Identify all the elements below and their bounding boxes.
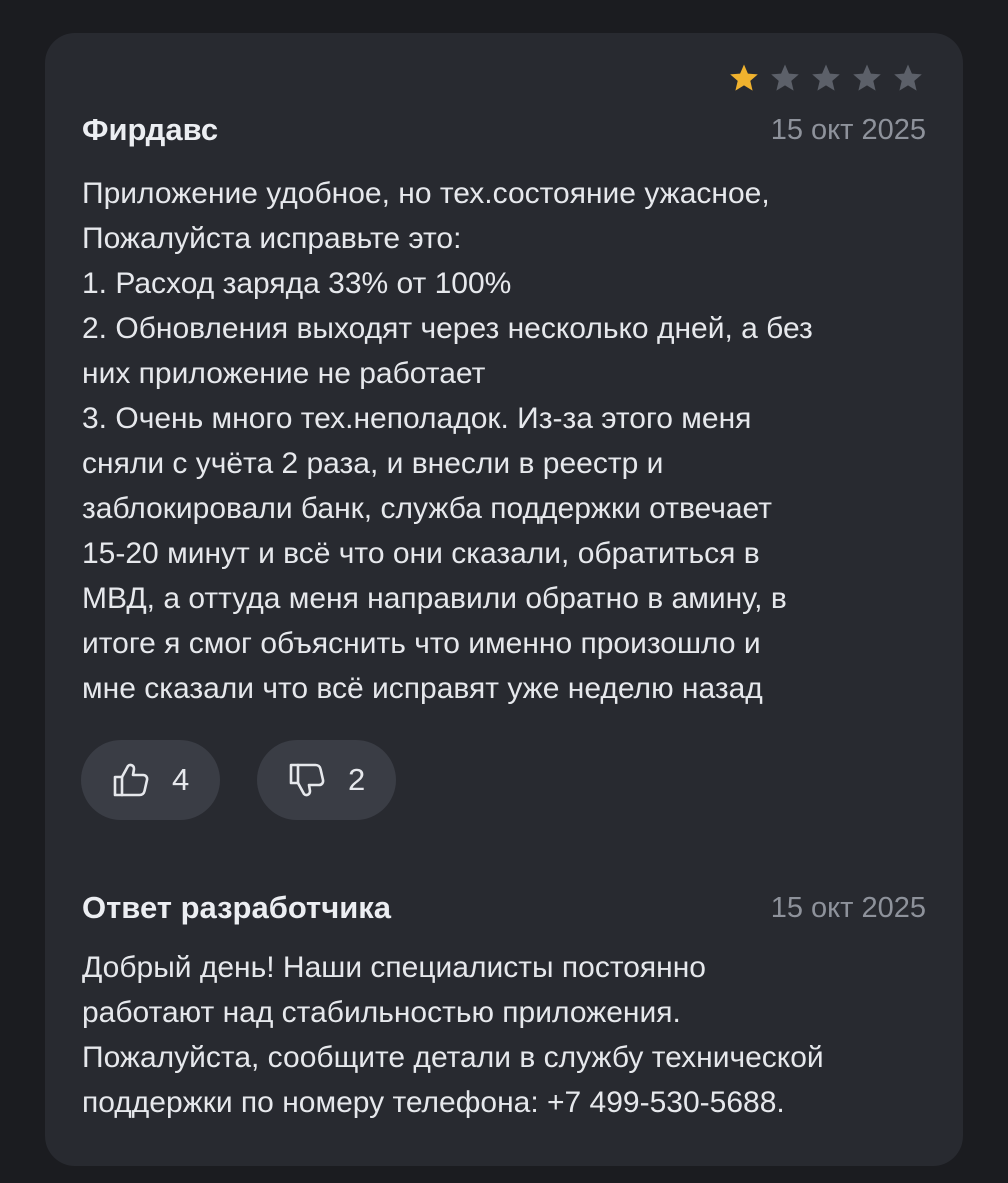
reply-text-line: работают над стабильностью приложения. bbox=[82, 996, 681, 1029]
developer-reply-date: 15 окт 2025 bbox=[770, 892, 926, 924]
dislike-button[interactable]: 2 bbox=[257, 740, 396, 820]
review-author: Фирдавс bbox=[82, 112, 219, 147]
rating-stars bbox=[728, 62, 924, 94]
star-empty-icon bbox=[851, 62, 883, 94]
review-text-line: итоге я смог объяснить что именно произо… bbox=[82, 627, 761, 660]
review-text: Приложение удобное, но тех.состояние ужа… bbox=[82, 171, 942, 711]
review-text-line: заблокировали банк, служба поддержки отв… bbox=[82, 492, 772, 525]
review-text-line: 15-20 минут и всё что они сказали, обрат… bbox=[82, 537, 760, 570]
review-text-line: сняли с учёта 2 раза, и внесли в реестр … bbox=[82, 447, 664, 480]
star-empty-icon bbox=[769, 62, 801, 94]
reply-text-line: Добрый день! Наши специалисты постоянно bbox=[82, 951, 706, 984]
review-text-line: мне сказали что всё исправят уже неделю … bbox=[82, 672, 763, 705]
like-button[interactable]: 4 bbox=[81, 740, 220, 820]
developer-reply-title: Ответ разработчика bbox=[82, 890, 392, 925]
review-date: 15 окт 2025 bbox=[770, 114, 926, 146]
review-text-line: 1. Расход заряда 33% от 100% bbox=[82, 267, 512, 300]
review-text-line: 2. Обновления выходят через несколько дн… bbox=[82, 312, 813, 345]
star-empty-icon bbox=[810, 62, 842, 94]
thumbs-up-icon bbox=[111, 760, 151, 800]
reply-text-line: поддержки по номеру телефона: +7 499-530… bbox=[82, 1086, 785, 1119]
thumbs-down-icon bbox=[287, 760, 327, 800]
developer-reply-text: Добрый день! Наши специалисты постоянно … bbox=[82, 945, 942, 1125]
reply-text-line: Пожалуйста, сообщите детали в службу тех… bbox=[82, 1041, 824, 1074]
review-text-line: Пожалуйста исправьте это: bbox=[82, 222, 462, 255]
star-empty-icon bbox=[892, 62, 924, 94]
review-text-line: МВД, а оттуда меня направили обратно в а… bbox=[82, 582, 787, 615]
review-text-line: них приложение не работает bbox=[82, 357, 486, 390]
review-text-line: 3. Очень много тех.неполадок. Из-за этог… bbox=[82, 402, 752, 435]
review-text-line: Приложение удобное, но тех.состояние ужа… bbox=[82, 177, 770, 210]
like-count: 4 bbox=[172, 762, 190, 797]
star-filled-icon bbox=[728, 62, 760, 94]
dislike-count: 2 bbox=[348, 762, 366, 797]
